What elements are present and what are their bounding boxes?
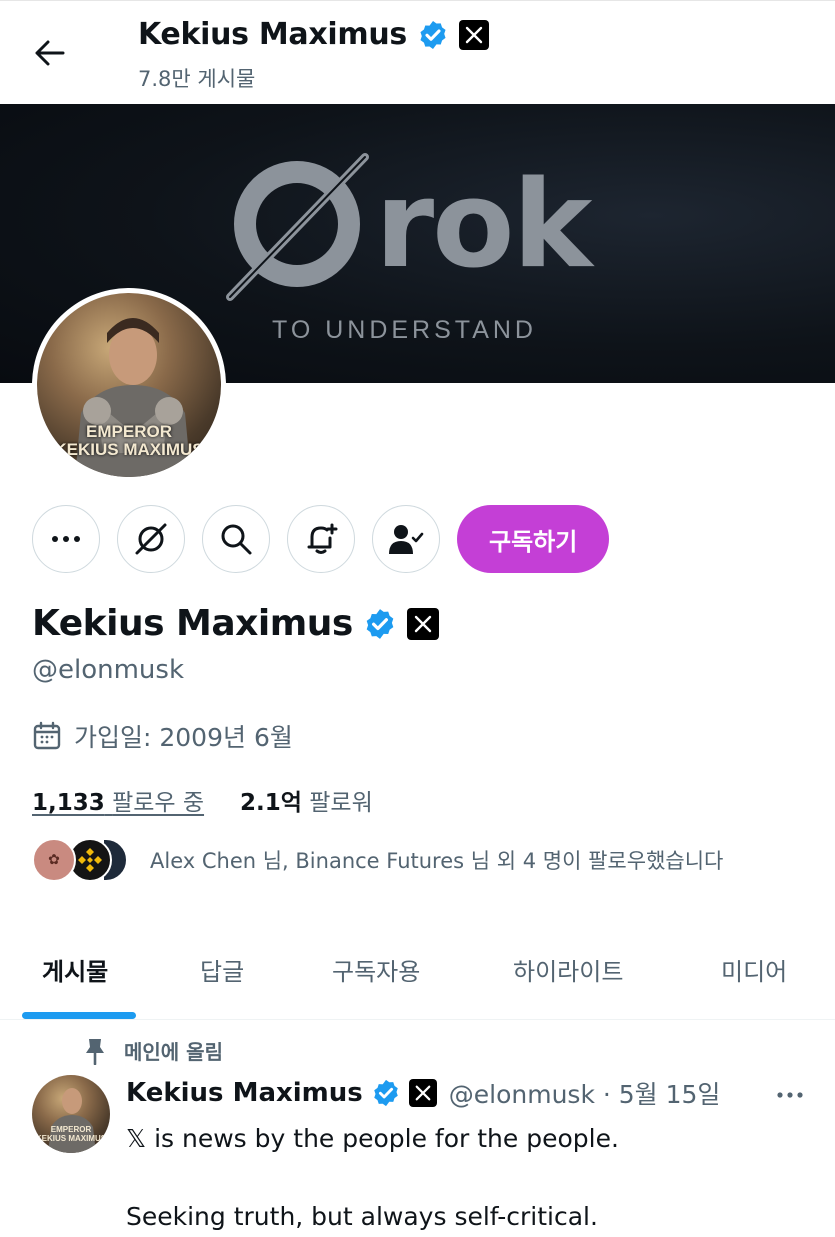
subscribe-button[interactable]: 구독하기 (457, 505, 610, 573)
followed-by[interactable]: ✿ Alex Chen 님, Binance Futures 님 외 4 명이 … (32, 838, 723, 882)
search-button[interactable] (202, 505, 270, 573)
tab-subscriber-only[interactable]: 구독자용 (332, 952, 420, 987)
tab-posts[interactable]: 게시물 (42, 952, 108, 987)
more-icon (52, 536, 80, 542)
post-text-line: 𝕏 is news by the people for the people. (126, 1124, 619, 1153)
back-button[interactable] (28, 31, 72, 75)
following-person-icon (389, 525, 424, 554)
banner-tagline: TO UNDERSTAND (272, 316, 537, 344)
pin-icon (86, 1038, 104, 1065)
search-icon (221, 524, 252, 555)
notify-button[interactable] (287, 505, 355, 573)
active-tab-indicator (22, 1012, 136, 1019)
verified-badge-icon (374, 1079, 398, 1107)
bell-plus-icon (307, 523, 338, 554)
following-link[interactable]: 1,133 팔로우 중 (32, 783, 204, 817)
profile-tabs: 게시물 답글 구독자용 하이라이트 미디어 (0, 940, 835, 1020)
followers-link[interactable]: 2.1억 팔로워 (240, 783, 373, 817)
post-avatar-caption: EMPEROR KEKIUS MAXIMUS (35, 1125, 107, 1143)
grok-logo-icon (226, 153, 369, 301)
follow-stats: 1,133 팔로우 중 2.1억 팔로워 (32, 783, 373, 817)
header-post-count: 7.8만 게시물 (138, 67, 256, 91)
more-button[interactable] (32, 505, 100, 573)
avatar-caption: EMPEROR KEKIUS MAXIMUS (54, 422, 204, 460)
post-more-button[interactable] (770, 1080, 810, 1110)
profile-avatar[interactable]: EMPEROR KEKIUS MAXIMUS (32, 288, 226, 482)
calendar-icon (33, 721, 61, 750)
profile-name-row: Kekius Maximus (32, 603, 439, 644)
avatar-image: EMPEROR KEKIUS MAXIMUS (37, 293, 221, 477)
tab-replies[interactable]: 답글 (200, 952, 244, 987)
profile-name: Kekius Maximus (32, 603, 353, 644)
x-affiliate-badge-icon (458, 19, 489, 50)
header-name-row: Kekius Maximus (138, 17, 489, 52)
x-affiliate-badge-icon[interactable] (406, 607, 439, 640)
join-date: 가입일: 2009년 6월 (32, 718, 293, 754)
follower-avatar: ✿ (32, 838, 76, 882)
pinned-label: 메인에 올림 (124, 1040, 223, 1064)
post-author-name[interactable]: Kekius Maximus (126, 1078, 363, 1108)
verified-badge-icon[interactable] (363, 607, 397, 641)
verified-badge-icon (420, 20, 446, 49)
top-bar: Kekius Maximus 7.8만 게시물 (0, 0, 835, 104)
pinned-indicator: 메인에 올림 (84, 1036, 223, 1065)
post-text-line: Seeking truth, but always self-critical. (126, 1202, 598, 1231)
grok-icon (135, 523, 167, 555)
join-date-text: 가입일: 2009년 6월 (74, 723, 293, 752)
banner-wordmark: rok (375, 156, 592, 295)
post-header: Kekius Maximus @elonmusk · 5월 15일 (126, 1075, 720, 1111)
follower-avatars: ✿ (32, 838, 132, 882)
header-name: Kekius Maximus (138, 17, 407, 52)
arrow-left-icon (35, 40, 65, 66)
more-icon (777, 1092, 803, 1098)
tab-highlights[interactable]: 하이라이트 (513, 952, 623, 987)
profile-handle: @elonmusk (32, 655, 185, 685)
following-button[interactable] (372, 505, 440, 573)
profile-actions: 구독하기 (32, 505, 610, 573)
followed-by-text: Alex Chen 님, Binance Futures 님 외 4 명이 팔로… (150, 849, 724, 873)
x-affiliate-badge-icon (408, 1079, 437, 1107)
post-meta: @elonmusk · 5월 15일 (448, 1080, 721, 1109)
post-author-avatar[interactable]: EMPEROR KEKIUS MAXIMUS (32, 1075, 110, 1153)
grok-button[interactable] (117, 505, 185, 573)
tab-media[interactable]: 미디어 (721, 952, 787, 987)
